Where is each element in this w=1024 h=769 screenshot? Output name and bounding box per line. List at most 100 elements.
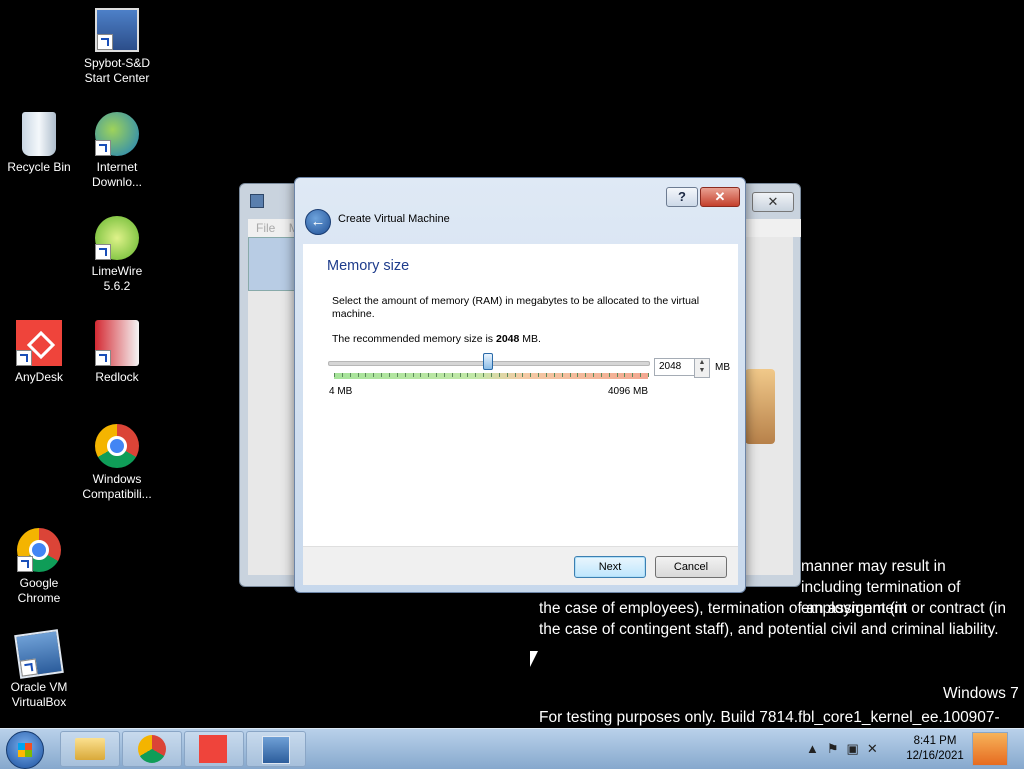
- show-hidden-icons-icon[interactable]: ▲: [806, 741, 827, 756]
- virtualbox-icon: [14, 629, 64, 679]
- recommended-size-text: The recommended memory size is 2048 MB.: [332, 333, 541, 345]
- slider-tick: [428, 373, 429, 377]
- desktop-icon-recycle-bin[interactable]: Recycle Bin: [0, 112, 78, 175]
- start-button[interactable]: [6, 731, 44, 769]
- slider-tick: [342, 373, 343, 377]
- internet-download-manager-icon: [95, 112, 139, 156]
- new-machine-tool-icon[interactable]: [248, 237, 300, 291]
- slider-tick: [436, 373, 437, 377]
- slider-tick: [522, 373, 523, 377]
- slider-tick: [389, 373, 390, 377]
- desktop-icon-limewire[interactable]: LimeWire 5.6.2: [78, 216, 156, 294]
- chevron-down-icon[interactable]: ▼: [695, 367, 709, 375]
- memory-spin-buttons[interactable]: ▲ ▼: [694, 358, 710, 378]
- slider-tick: [460, 373, 461, 377]
- anydesk-icon: [16, 320, 62, 366]
- slider-tick: [546, 373, 547, 377]
- slider-tick: [350, 373, 351, 377]
- cancel-button[interactable]: Cancel: [655, 556, 727, 578]
- taskbar-chrome[interactable]: [122, 731, 182, 767]
- virtualbox-logo-icon: [250, 194, 264, 208]
- slider-tick: [381, 373, 382, 377]
- slider-tick: [507, 373, 508, 377]
- volume-muted-icon[interactable]: ✕: [867, 741, 886, 756]
- mouse-cursor-icon: [530, 651, 538, 667]
- slider-tick: [515, 373, 516, 377]
- slider-max-label: 4096 MB: [608, 386, 649, 397]
- recommended-size-value: 2048: [495, 333, 520, 345]
- desktop-icon-label: Recycle Bin: [7, 160, 71, 174]
- anydesk-icon: [199, 735, 227, 763]
- slider-tick: [554, 373, 555, 377]
- slider-tick: [444, 373, 445, 377]
- help-button[interactable]: ?: [666, 187, 698, 207]
- slider-tick: [538, 373, 539, 377]
- chevron-up-icon[interactable]: ▲: [695, 359, 709, 367]
- clock-time: 8:41 PM: [913, 735, 957, 747]
- memory-slider-thumb[interactable]: [483, 353, 493, 370]
- taskbar-virtualbox[interactable]: [246, 731, 306, 767]
- slider-tick: [585, 373, 586, 377]
- desktop-icon-label: LimeWire 5.6.2: [91, 264, 143, 293]
- dialog-close-button[interactable]: ✕: [700, 187, 740, 207]
- menu-file[interactable]: File: [256, 221, 275, 235]
- back-arrow-icon[interactable]: ←: [305, 209, 331, 235]
- desktop-icon-redlock[interactable]: Redlock: [78, 320, 156, 385]
- desktop-icon-internet-download[interactable]: Internet Downlo...: [78, 112, 156, 190]
- taskbar-explorer[interactable]: [60, 731, 120, 767]
- slider-tick: [577, 373, 578, 377]
- desktop-icon-label: Oracle VM VirtualBox: [10, 680, 68, 709]
- chrome-icon: [17, 528, 61, 572]
- limewire-icon: [95, 216, 139, 260]
- slider-tick: [483, 373, 484, 377]
- folder-icon: [75, 738, 105, 760]
- page-description: Select the amount of memory (RAM) in meg…: [332, 295, 700, 320]
- slider-tick: [609, 373, 610, 377]
- slider-tick: [467, 373, 468, 377]
- slider-tick: [632, 373, 633, 377]
- recycle-bin-icon: [22, 112, 56, 156]
- slider-tick: [373, 373, 374, 377]
- create-vm-dialog[interactable]: ? ✕ ← Create Virtual Machine Memory size…: [294, 177, 746, 593]
- taskbar-anydesk[interactable]: [184, 731, 244, 767]
- slider-tick: [397, 373, 398, 377]
- legal-notice-line-3: the case of employees), termination of a…: [539, 600, 1006, 617]
- virtualbox-icon: [262, 736, 290, 764]
- show-desktop-button[interactable]: [972, 732, 1008, 766]
- slider-min-label: 4 MB: [329, 386, 353, 397]
- next-button[interactable]: Next: [574, 556, 646, 578]
- windows-logo-icon: [18, 743, 32, 757]
- desktop-icon-spybot[interactable]: Spybot-S&D Start Center: [78, 8, 156, 86]
- slider-tick: [624, 373, 625, 377]
- spybot-icon: [95, 8, 139, 52]
- network-icon[interactable]: ▣: [847, 741, 867, 756]
- os-name: Windows 7: [943, 685, 1019, 702]
- close-button[interactable]: ✕: [752, 192, 794, 212]
- wizard-page: Memory size Select the amount of memory …: [303, 244, 738, 584]
- action-center-flag-icon[interactable]: ⚑: [827, 741, 847, 756]
- clock-date: 12/16/2021: [906, 750, 964, 762]
- slider-tick: [334, 373, 335, 377]
- slider-tick: [413, 373, 414, 377]
- taskbar: ▲⚑▣✕ 8:41 PM 12/16/2021: [0, 728, 1024, 769]
- clock[interactable]: 8:41 PM 12/16/2021: [900, 734, 970, 764]
- slider-tick: [593, 373, 594, 377]
- desktop-icon-label: Google Chrome: [17, 576, 61, 605]
- system-tray: ▲⚑▣✕: [806, 741, 886, 757]
- slider-tick: [499, 373, 500, 377]
- redlock-icon: [95, 320, 139, 366]
- slider-tick: [452, 373, 453, 377]
- slider-tick: [570, 373, 571, 377]
- chrome-icon: [138, 735, 166, 763]
- page-heading: Memory size: [327, 258, 410, 274]
- slider-tick: [648, 373, 649, 377]
- desktop-icon-windows-compatibility[interactable]: Windows Compatibili...: [78, 424, 156, 502]
- desktop-icon-anydesk[interactable]: AnyDesk: [0, 320, 78, 385]
- desktop-icon-google-chrome[interactable]: Google Chrome: [0, 528, 78, 606]
- slider-tick: [475, 373, 476, 377]
- dialog-title: Create Virtual Machine: [338, 213, 450, 225]
- slider-tick: [358, 373, 359, 377]
- desktop-icon-label: Internet Downlo...: [91, 160, 143, 189]
- memory-unit-label: MB: [715, 362, 730, 373]
- desktop-icon-virtualbox[interactable]: Oracle VM VirtualBox: [0, 629, 78, 710]
